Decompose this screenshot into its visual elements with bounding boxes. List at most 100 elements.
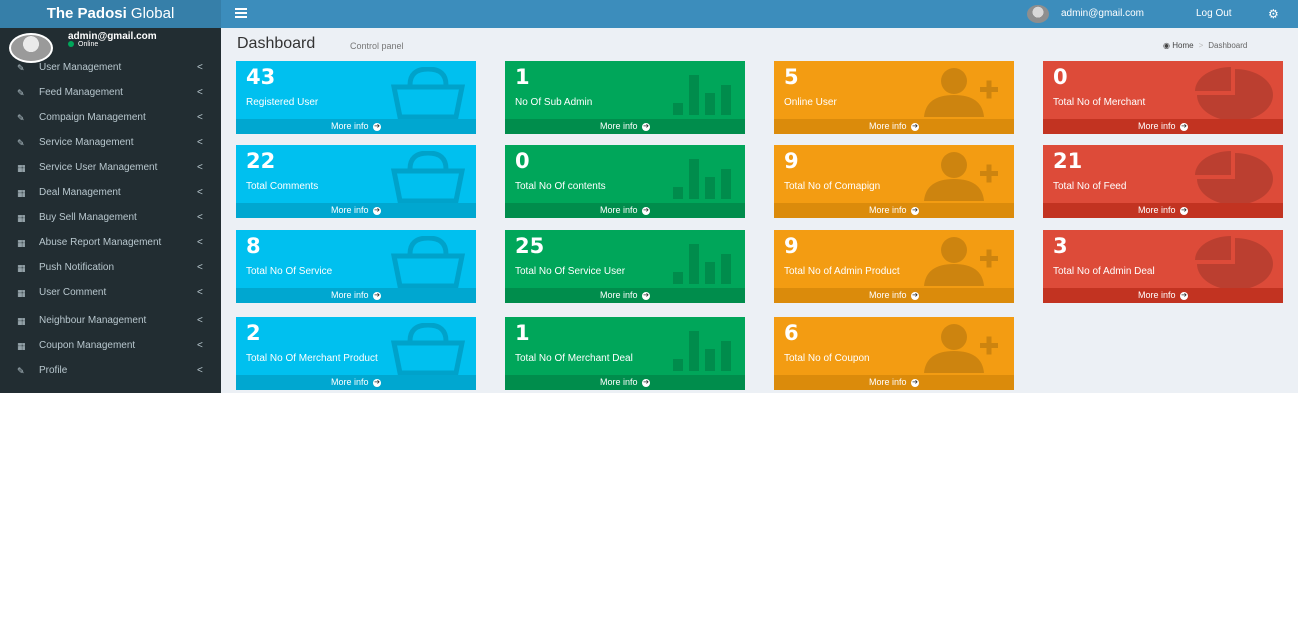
arrow-circle-right-icon: ➔	[373, 122, 382, 131]
stat-label: Total No of Feed	[1053, 181, 1127, 192]
stat-box: 43 Registered User More info ➔	[236, 61, 476, 134]
table-icon: ▦	[17, 316, 26, 326]
stat-label: No Of Sub Admin	[515, 97, 593, 108]
more-info-link[interactable]: More info ➔	[505, 288, 745, 303]
breadcrumb-home[interactable]: Home	[1172, 41, 1193, 50]
header-avatar[interactable]	[1027, 5, 1049, 23]
stat-box-body: 43 Registered User	[236, 61, 476, 120]
stat-value: 0	[1053, 65, 1068, 89]
chevron-left-icon: <	[197, 340, 203, 351]
more-info-link[interactable]: More info ➔	[236, 119, 476, 134]
more-info-link[interactable]: More info ➔	[505, 203, 745, 218]
stat-label: Total No Of Merchant Deal	[515, 353, 633, 364]
more-info-link[interactable]: More info ➔	[236, 288, 476, 303]
stat-box-body: 21 Total No of Feed	[1043, 145, 1283, 205]
logo-bold-text: The Padosi	[46, 5, 127, 22]
more-info-link[interactable]: More info ➔	[774, 375, 1014, 390]
breadcrumb: ◉ Home > Dashboard	[1163, 41, 1247, 50]
more-info-label: More info	[599, 121, 638, 131]
sidebar-item[interactable]: ▦ Push Notification <	[0, 257, 221, 279]
stat-label: Total Comments	[246, 181, 319, 192]
stat-label: Total No of Admin Deal	[1053, 266, 1155, 277]
user-add-icon	[920, 151, 1006, 208]
edit-icon: ✎	[17, 63, 25, 73]
more-info-label: More info	[1137, 290, 1176, 300]
chevron-left-icon: <	[197, 112, 203, 123]
more-info-link[interactable]: More info ➔	[774, 288, 1014, 303]
more-info-link[interactable]: More info ➔	[774, 203, 1014, 218]
sidebar-item[interactable]: ▦ Abuse Report Management <	[0, 232, 221, 254]
more-info-link[interactable]: More info ➔	[236, 203, 476, 218]
stat-box: 1 Total No Of Merchant Deal More info ➔	[505, 317, 745, 390]
stat-box-body: 3 Total No of Admin Deal	[1043, 230, 1283, 290]
breadcrumb-current: Dashboard	[1208, 41, 1248, 50]
stat-box: 8 Total No Of Service More info ➔	[236, 230, 476, 303]
stat-box: 9 Total No of Comapign More info ➔	[774, 145, 1014, 218]
sidebar-item[interactable]: ✎ Service Management <	[0, 132, 221, 154]
table-icon: ▦	[17, 288, 26, 298]
stat-box: 22 Total Comments More info ➔	[236, 145, 476, 218]
table-icon: ▦	[17, 213, 26, 223]
sidebar-item[interactable]: ▦ Service User Management <	[0, 157, 221, 179]
sidebar-item[interactable]: ✎ Compaign Management <	[0, 107, 221, 129]
shopping-bag-icon	[388, 150, 468, 208]
stat-value: 1	[515, 321, 530, 345]
sidebar-item[interactable]: ✎ Profile <	[0, 360, 221, 382]
arrow-circle-right-icon: ➔	[1180, 122, 1189, 131]
more-info-link[interactable]: More info ➔	[505, 119, 745, 134]
arrow-circle-right-icon: ➔	[642, 378, 651, 387]
top-navbar: admin@gmail.com Log Out ⚙	[221, 0, 1298, 28]
sidebar-item[interactable]: ▦ Neighbour Management <	[0, 310, 221, 332]
stat-value: 22	[246, 149, 276, 173]
table-icon: ▦	[17, 238, 26, 248]
sidebar-item-label: User Management	[39, 62, 122, 73]
stat-value: 0	[515, 149, 530, 173]
table-icon: ▦	[17, 163, 26, 173]
stat-box-body: 22 Total Comments	[236, 145, 476, 204]
stat-box: 21 Total No of Feed More info ➔	[1043, 145, 1283, 218]
more-info-label: More info	[868, 290, 907, 300]
logout-link[interactable]: Log Out	[1196, 0, 1232, 28]
sidebar-item-label: Service Management	[39, 137, 134, 148]
more-info-label: More info	[599, 290, 638, 300]
sidebar-item-label: Feed Management	[39, 87, 123, 98]
sidebar-item[interactable]: ✎ Feed Management <	[0, 82, 221, 104]
sidebar-item-label: Service User Management	[39, 162, 158, 173]
stat-box-body: 6 Total No of Coupon	[774, 317, 1014, 375]
stat-box-body: 8 Total No Of Service	[236, 230, 476, 289]
sidebar-item[interactable]: ▦ Buy Sell Management <	[0, 207, 221, 229]
stat-label: Online User	[784, 97, 837, 108]
stat-box-body: 0 Total No Of contents	[505, 145, 745, 203]
sidebar-item[interactable]: ▦ Coupon Management <	[0, 335, 221, 357]
cogs-icon[interactable]: ⚙	[1268, 6, 1279, 22]
more-info-link[interactable]: More info ➔	[505, 375, 745, 390]
chevron-left-icon: <	[197, 212, 203, 223]
sidebar-item[interactable]: ▦ User Comment <	[0, 282, 221, 304]
more-info-link[interactable]: More info ➔	[774, 119, 1014, 134]
arrow-circle-right-icon: ➔	[911, 378, 920, 387]
stat-label: Total No Of Service User	[515, 266, 626, 277]
more-info-link[interactable]: More info ➔	[1043, 288, 1283, 303]
sidebar-item[interactable]: ▦ Deal Management <	[0, 182, 221, 204]
stat-label: Total No of Merchant	[1053, 97, 1146, 108]
user-status-text: Online	[78, 41, 99, 48]
stat-label: Total No of Coupon	[784, 353, 870, 364]
stat-box: 3 Total No of Admin Deal More info ➔	[1043, 230, 1283, 303]
more-info-link[interactable]: More info ➔	[1043, 119, 1283, 134]
more-info-label: More info	[330, 290, 369, 300]
chevron-left-icon: <	[197, 187, 203, 198]
header-email[interactable]: admin@gmail.com	[1061, 0, 1144, 28]
arrow-circle-right-icon: ➔	[911, 291, 920, 300]
more-info-label: More info	[868, 205, 907, 215]
stat-value: 2	[246, 321, 261, 345]
sidebar-item[interactable]: ✎ User Management <	[0, 57, 221, 79]
stat-label: Total No Of contents	[515, 181, 606, 192]
more-info-link[interactable]: More info ➔	[1043, 203, 1283, 218]
more-info-link[interactable]: More info ➔	[236, 375, 476, 390]
edit-icon: ✎	[17, 138, 25, 148]
sidebar-toggle-icon[interactable]	[235, 8, 247, 19]
page-subtitle: Control panel	[350, 41, 404, 51]
app-logo[interactable]: The Padosi Global	[0, 0, 221, 28]
stat-box-body: 1 Total No Of Merchant Deal	[505, 317, 745, 375]
chevron-left-icon: <	[197, 162, 203, 173]
